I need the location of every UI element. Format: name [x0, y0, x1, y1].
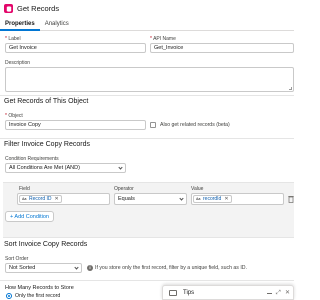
sort-order-select[interactable]: Not Sorted [5, 263, 82, 273]
divider [0, 280, 294, 281]
sort-order-value: Not Sorted [9, 265, 36, 271]
panel-title: Get Records [17, 4, 60, 13]
text-field-icon: Aa [22, 196, 27, 201]
tab-bar: Properties Analytics [0, 17, 294, 31]
description-textarea[interactable] [5, 67, 294, 92]
record-id-variable-pill[interactable]: Aa recordId ✕ [193, 195, 232, 203]
divider [0, 95, 294, 96]
remove-icon[interactable]: ✕ [224, 196, 228, 202]
delete-condition-icon[interactable] [288, 195, 294, 203]
first-record-radio[interactable] [6, 293, 12, 299]
condition-box [3, 182, 294, 238]
condition-requirements-select[interactable]: All Conditions Are Met (AND) [5, 163, 126, 173]
field-column-header: Field [19, 186, 30, 192]
add-condition-button[interactable]: + Add Condition [5, 211, 54, 222]
chevron-down-icon [74, 265, 79, 270]
info-icon: i [87, 265, 93, 271]
condition-requirements-label: Condition Requirements [5, 156, 59, 162]
operator-value: Equals [118, 196, 135, 202]
related-records-checkbox[interactable] [150, 122, 156, 128]
operator-column-header: Operator [114, 186, 134, 192]
resize-handle-icon[interactable] [289, 87, 292, 90]
close-icon[interactable]: ✕ [285, 289, 290, 297]
section-title-object: Get Records of This Object [4, 98, 89, 105]
chevron-down-icon [118, 165, 123, 170]
api-name-input[interactable]: Get_Invoice [150, 43, 294, 53]
object-input[interactable]: Invoice Copy [5, 120, 146, 130]
section-title-store: How Many Records to Store [5, 285, 74, 291]
label-input[interactable]: Get Invoice [5, 43, 146, 53]
tips-title: Tips [183, 289, 195, 296]
value-column-header: Value [191, 186, 204, 192]
first-record-label: Only the first record [15, 293, 61, 299]
minimize-icon[interactable] [267, 293, 272, 294]
record-id-pill[interactable]: Aa Record ID ✕ [19, 195, 62, 203]
sort-info-text: If you store only the first record, filt… [95, 265, 247, 271]
database-icon [4, 4, 13, 13]
panel-header: Get Records [0, 0, 294, 17]
sort-order-label: Sort Order [5, 256, 29, 262]
chevron-down-icon [179, 196, 184, 201]
divider [0, 138, 294, 139]
tips-panel[interactable]: Tips ⤢ ✕ [162, 285, 294, 300]
record-id-variable-label: recordId [203, 196, 222, 202]
tab-analytics[interactable]: Analytics [40, 17, 74, 31]
description-label: Description [5, 60, 31, 66]
related-records-label: Also get related records (beta) [160, 122, 230, 128]
text-field-icon: Aa [196, 196, 201, 201]
tips-panel-icon [169, 289, 177, 296]
condition-requirements-value: All Conditions Are Met (AND) [9, 165, 80, 171]
section-title-sort: Sort Invoice Copy Records [4, 241, 88, 248]
label-field-label: * Label [5, 36, 21, 42]
operator-select[interactable]: Equals [114, 193, 187, 205]
tab-properties[interactable]: Properties [0, 17, 40, 31]
record-id-pill-label: Record ID [29, 196, 52, 202]
remove-icon[interactable]: ✕ [55, 196, 59, 202]
object-field-label: * Object [5, 113, 23, 119]
api-name-field-label: * API Name [150, 36, 176, 42]
expand-icon[interactable]: ⤢ [276, 289, 281, 297]
section-title-filter: Filter Invoice Copy Records [4, 141, 90, 148]
